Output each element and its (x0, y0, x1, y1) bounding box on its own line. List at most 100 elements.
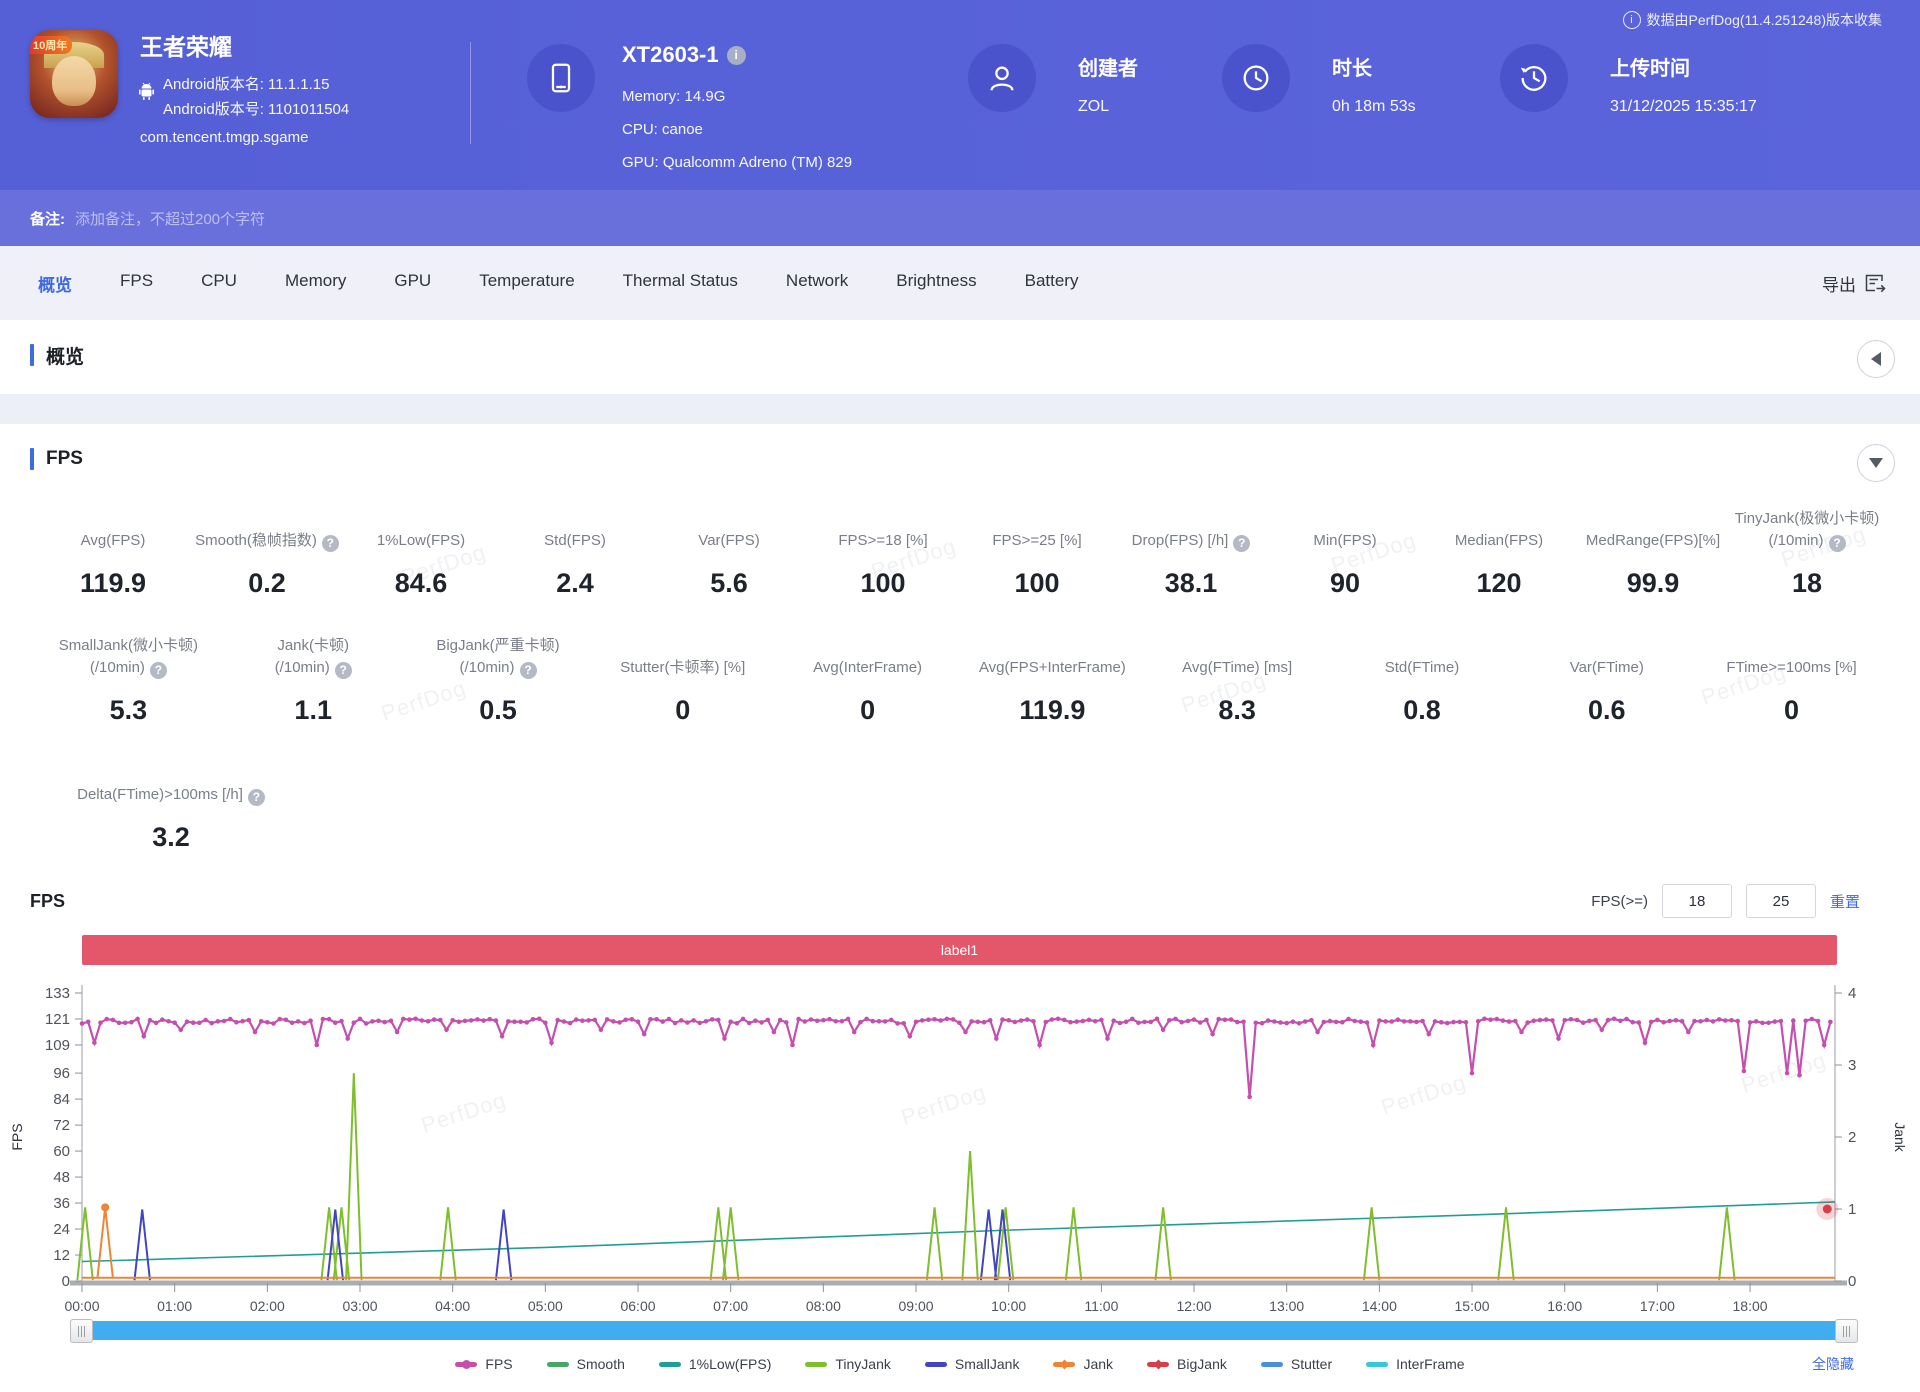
creator-value: ZOL (1078, 98, 1109, 116)
metric-value: 0.8 (1330, 695, 1515, 726)
svg-text:0: 0 (1848, 1273, 1856, 1290)
legend-item-jank[interactable]: Jank (1053, 1356, 1113, 1372)
svg-text:10:00: 10:00 (991, 1298, 1026, 1314)
legend-item-stutter[interactable]: Stutter (1261, 1356, 1332, 1372)
android-version-code: Android版本号: 1101011504 (163, 97, 349, 122)
reset-link[interactable]: 重置 (1830, 891, 1860, 912)
note-placeholder[interactable]: 添加备注，不超过200个字符 (75, 208, 265, 229)
fps-threshold-input-low[interactable] (1662, 884, 1732, 918)
tab-network[interactable]: Network (786, 271, 848, 296)
report-header: i 数据由PerfDog(11.4.251248)版本收集 10周年 王者荣耀 … (0, 0, 1920, 190)
legend-marker (805, 1362, 827, 1367)
svg-text:11:00: 11:00 (1084, 1298, 1118, 1314)
game-app-icon: 10周年 (30, 30, 118, 118)
help-icon[interactable]: ? (322, 535, 339, 552)
tab-battery[interactable]: Battery (1025, 271, 1079, 296)
help-icon[interactable]: ? (520, 662, 537, 679)
android-icon (138, 82, 155, 106)
svg-text:09:00: 09:00 (899, 1298, 934, 1314)
fps-chart-plot[interactable]: 133121109968472604836241204321000:0001:0… (0, 965, 1920, 1317)
device-memory: Memory: 14.9G (622, 88, 725, 105)
tab-brightness[interactable]: Brightness (896, 271, 976, 296)
hide-all-link[interactable]: 全隐藏 (1812, 1354, 1854, 1374)
chevron-left-icon (1871, 352, 1881, 366)
duration-value: 0h 18m 53s (1332, 98, 1416, 116)
help-icon[interactable]: ? (248, 789, 265, 806)
metric-value: 3.2 (36, 822, 306, 853)
tab-fps[interactable]: FPS (120, 271, 153, 296)
metric-value: 0.5 (406, 695, 591, 726)
fps-chart-header: FPS FPS(>=) 重置 (30, 881, 1860, 921)
svg-text:00:00: 00:00 (64, 1298, 99, 1314)
metric-cell: Std(FPS)2.4 (498, 500, 652, 599)
svg-text:3: 3 (1848, 1057, 1856, 1074)
metric-cell: Avg(FPS)119.9 (36, 500, 190, 599)
creator-label: 创建者 (1078, 52, 1138, 81)
legend-item-interframe[interactable]: InterFrame (1366, 1356, 1464, 1372)
legend-item-tinyjank[interactable]: TinyJank (805, 1356, 891, 1372)
label1-band[interactable]: label1 (82, 935, 1837, 965)
legend-item-smooth[interactable]: Smooth (547, 1356, 625, 1372)
history-clock-icon (1517, 61, 1551, 95)
section-accent-bar (30, 344, 34, 366)
metric-cell: Drop(FPS) [/h]?38.1 (1114, 500, 1268, 599)
phone-icon (544, 61, 578, 95)
legend-marker (1147, 1362, 1169, 1367)
export-icon (1864, 273, 1886, 293)
legend-item-fps[interactable]: FPS (455, 1356, 512, 1372)
svg-text:01:00: 01:00 (157, 1298, 192, 1314)
help-icon[interactable]: ? (1829, 535, 1846, 552)
device-info-icon[interactable]: i (727, 46, 746, 65)
export-button[interactable]: 导出 (1822, 271, 1886, 296)
tab-概览[interactable]: 概览 (38, 271, 72, 296)
svg-text:07:00: 07:00 (713, 1298, 748, 1314)
svg-text:12: 12 (53, 1247, 70, 1264)
metric-cell: SmallJank(微小卡顿)(/10min)?5.3 (36, 627, 221, 726)
overview-collapse-button[interactable] (1857, 340, 1895, 378)
metric-value: 18 (1730, 568, 1884, 599)
tab-thermal-status[interactable]: Thermal Status (623, 271, 738, 296)
legend-marker (1053, 1362, 1075, 1367)
legend-item-1-low-fps-[interactable]: 1%Low(FPS) (659, 1356, 771, 1372)
metric-value: 38.1 (1114, 568, 1268, 599)
svg-text:14:00: 14:00 (1362, 1298, 1397, 1314)
legend-item-bigjank[interactable]: BigJank (1147, 1356, 1227, 1372)
tab-gpu[interactable]: GPU (394, 271, 431, 296)
metric-value: 120 (1422, 568, 1576, 599)
scrollbar-track[interactable] (82, 1321, 1846, 1340)
metric-cell: Delta(FTime)>100ms [/h]?3.2 (36, 754, 306, 853)
tab-temperature[interactable]: Temperature (479, 271, 574, 296)
nav-tabs: 概览 FPS CPU Memory GPU Temperature Thermal Stat… (14, 271, 1102, 296)
tab-memory[interactable]: Memory (285, 271, 346, 296)
fps-collapse-button[interactable] (1857, 444, 1895, 482)
tab-cpu[interactable]: CPU (201, 271, 237, 296)
metric-value: 99.9 (1576, 568, 1730, 599)
metric-value: 90 (1268, 568, 1422, 599)
help-icon[interactable]: ? (1233, 535, 1250, 552)
help-icon[interactable]: ? (335, 662, 352, 679)
svg-text:121: 121 (45, 1011, 70, 1028)
svg-text:84: 84 (53, 1091, 70, 1108)
overview-section-title: 概览 (46, 342, 84, 369)
overview-section: 概览 (0, 342, 1920, 424)
metric-value: 8.3 (1145, 695, 1330, 726)
legend-item-smalljank[interactable]: SmallJank (925, 1356, 1020, 1372)
section-accent-bar (30, 448, 34, 470)
legend-marker (455, 1362, 477, 1367)
metric-cell: Jank(卡顿)(/10min)?1.1 (221, 627, 406, 726)
scrollbar-left-handle[interactable] (70, 1319, 93, 1343)
device-icon-circle (527, 44, 595, 112)
metric-value: 0.2 (190, 568, 344, 599)
collect-note: i 数据由PerfDog(11.4.251248)版本收集 (1623, 10, 1883, 30)
metric-cell: Avg(FPS+InterFrame)119.9 (960, 627, 1145, 726)
metric-value: 5.3 (36, 695, 221, 726)
info-outline-icon: i (1623, 11, 1641, 29)
section-gap (0, 394, 1920, 424)
metric-cell: Std(FTime)0.8 (1330, 627, 1515, 726)
svg-text:16:00: 16:00 (1547, 1298, 1582, 1314)
metric-value: 0 (590, 695, 775, 726)
help-icon[interactable]: ? (150, 662, 167, 679)
scrollbar-right-handle[interactable] (1835, 1319, 1858, 1343)
fps-threshold-input-high[interactable] (1746, 884, 1816, 918)
package-name: com.tencent.tmgp.sgame (140, 129, 308, 146)
